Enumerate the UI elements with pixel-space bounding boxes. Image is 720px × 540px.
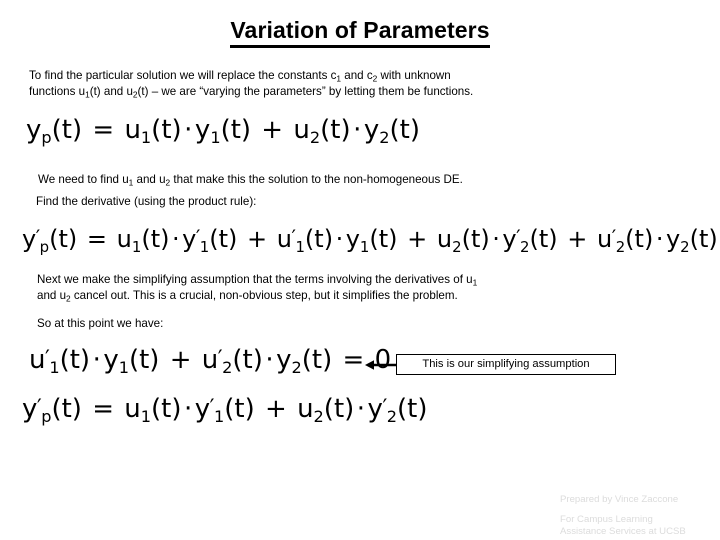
intro-line-1-c: with unknown <box>377 69 451 82</box>
eq3-term-u2p: u′2(t) <box>201 345 263 378</box>
note-so-at-this-point: So at this point we have: <box>37 316 687 332</box>
slide-canvas: Variation of Parameters To find the part… <box>0 0 720 540</box>
intro-line-2-c: (t) – we are “varying the parameters” by… <box>137 85 474 98</box>
note-next-c: cancel out. This is a crucial, non-obvio… <box>70 289 458 302</box>
credit-line-author: Prepared by Vince Zaccone <box>560 494 679 505</box>
note-next-line-1: Next we make the simplifying assumption … <box>37 272 687 288</box>
equation-assumption: u′1(t)·y1(t) + u′2(t)·y2(t) = 0 <box>29 345 392 378</box>
eq4-term-u2: u2(t) <box>297 394 355 427</box>
note-so-at-this-point-text: So at this point we have: <box>37 317 164 330</box>
credit-line-org-2: Assistance Services at UCSB <box>560 526 686 537</box>
eq2-term-y2p: y′2(t) <box>502 225 558 256</box>
eq4-term-u1: u1(t) <box>124 394 182 427</box>
note-next-sub-1: 1 <box>472 277 478 288</box>
eq2-term-u1: u1(t) <box>116 225 170 256</box>
eq2-lhs: y′p(t) <box>22 225 78 256</box>
eq3-term-y1: y1(t) <box>103 345 160 378</box>
note-find-derivative: Find the derivative (using the product r… <box>36 194 686 210</box>
eq4-term-y2p: y′2(t) <box>367 394 428 427</box>
eq2-term-u2: u2(t) <box>436 225 490 256</box>
note-next-b: and u <box>37 289 67 302</box>
note-need-a: We need to find u <box>38 173 129 186</box>
intro-line-1-b: and c <box>341 69 373 82</box>
intro-line-2-a: functions u <box>29 85 86 98</box>
callout-arrow-icon <box>365 357 397 373</box>
page-title-text: Variation of Parameters <box>230 16 490 48</box>
eq1-term-y2: y2(t) <box>363 115 420 148</box>
note-need-to-find: We need to find u1 and u2 that make this… <box>38 172 688 188</box>
intro-line-1-a: To find the particular solution we will … <box>29 69 337 82</box>
intro-line-1: To find the particular solution we will … <box>29 68 689 84</box>
eq1-lhs: yp(t) <box>26 115 83 148</box>
arrow-left-icon <box>365 360 396 370</box>
eq2-term-y1: y1(t) <box>345 225 398 256</box>
eq2-term-u1p: u′1(t) <box>276 225 334 256</box>
note-need-c: that make this the solution to the non-h… <box>170 173 463 186</box>
eq1-term-u1: u1(t) <box>124 115 182 148</box>
eq3-term-y2: y2(t) <box>276 345 333 378</box>
eq1-term-y1: y1(t) <box>194 115 252 148</box>
page-title: Variation of Parameters <box>0 16 720 48</box>
equation-yp-derivative-full: y′p(t) = u1(t) · y′1(t) + u′1(t) · y1(t) + u… <box>22 225 718 256</box>
callout-assumption-box: This is our simplifying assumption <box>396 354 616 375</box>
note-need-b: and u <box>133 173 166 186</box>
note-next-a: Next we make the simplifying assumption … <box>37 273 473 286</box>
note-simplifying-assumption: Next we make the simplifying assumption … <box>37 272 687 304</box>
eq2-term-u2p: u′2(t) <box>597 225 654 256</box>
equation-yp-definition: yp(t) = u1(t)·y1(t) + u2(t)·y2(t) <box>26 115 420 148</box>
intro-line-2-b: (t) and u <box>89 85 133 98</box>
note-next-line-2: and u2 cancel out. This is a crucial, no… <box>37 288 687 304</box>
eq2-term-y2: y2(t) <box>665 225 718 256</box>
equation-yp-derivative-simplified: y′p(t) = u1(t)·y′1(t) + u2(t)·y′2(t) <box>22 394 428 427</box>
intro-line-2: functions u1(t) and u2(t) – we are “vary… <box>29 84 689 100</box>
callout-assumption-label: This is our simplifying assumption <box>422 358 590 370</box>
intro-paragraph: To find the particular solution we will … <box>29 68 689 100</box>
eq4-term-y1p: y′1(t) <box>194 394 255 427</box>
eq3-term-u1p: u′1(t) <box>29 345 91 378</box>
eq2-term-y1p: y′1(t) <box>182 225 238 256</box>
note-need-line: We need to find u1 and u2 that make this… <box>38 172 688 188</box>
eq4-lhs: y′p(t) <box>22 394 82 427</box>
eq1-term-u2: u2(t) <box>293 115 351 148</box>
note-find-derivative-text: Find the derivative (using the product r… <box>36 195 257 208</box>
